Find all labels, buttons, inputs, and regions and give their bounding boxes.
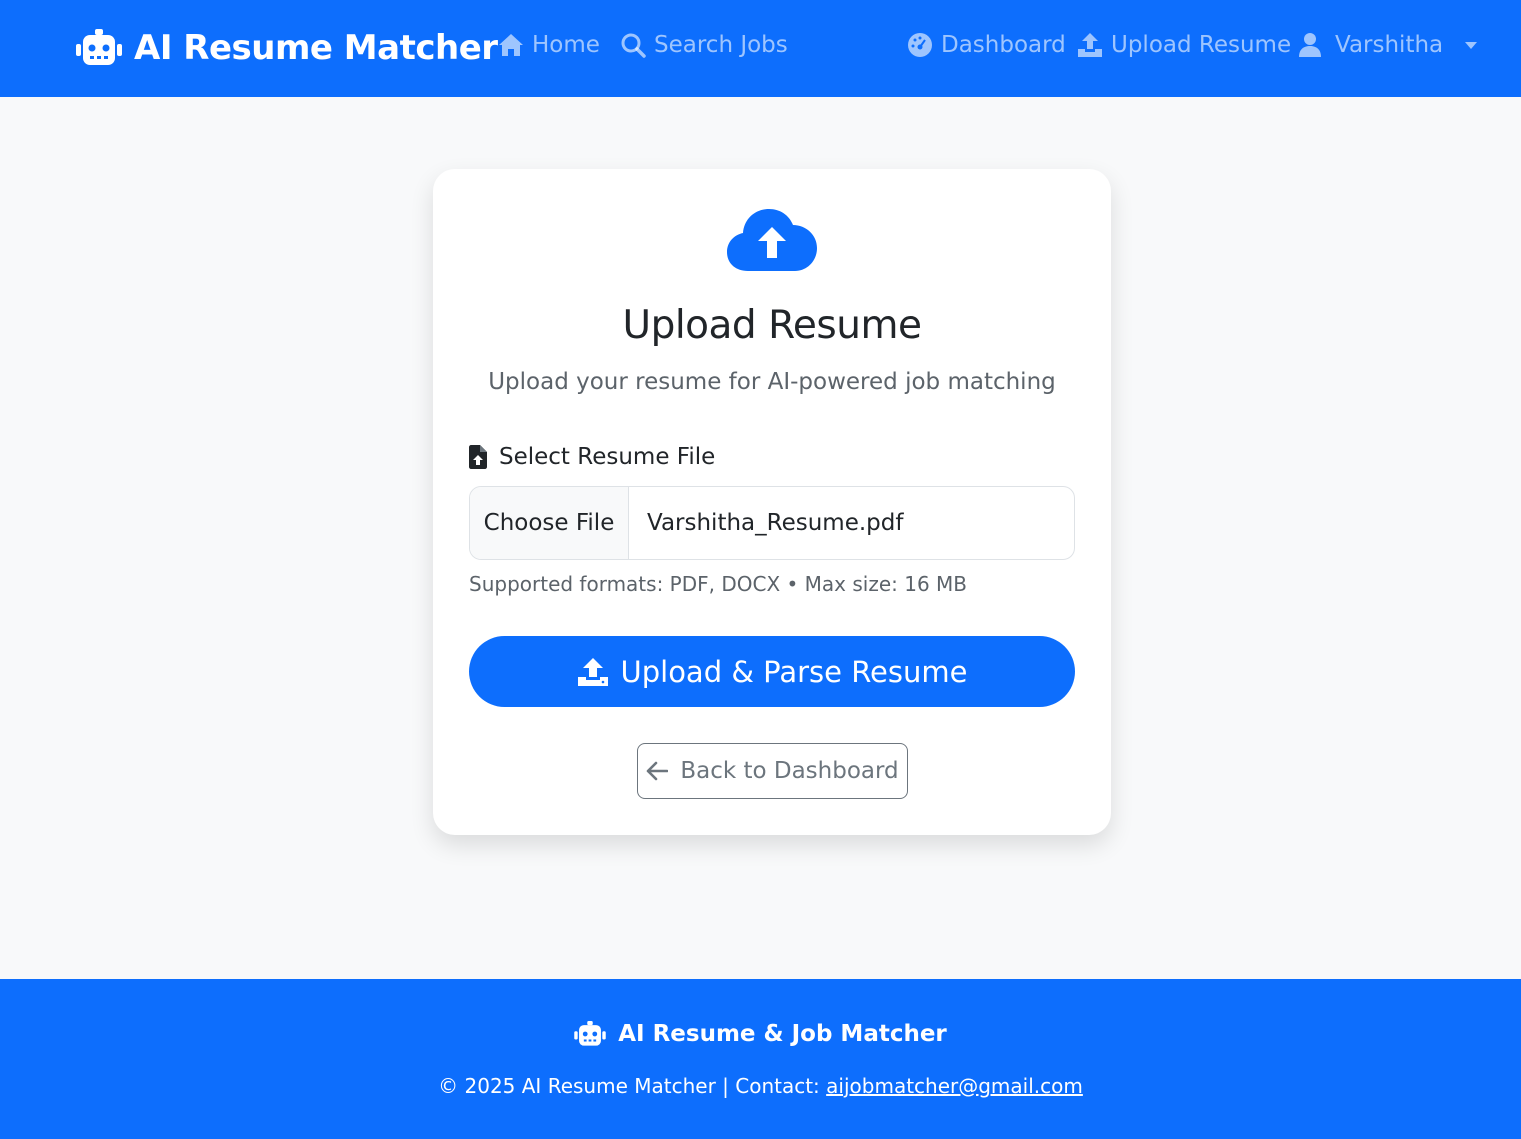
nav-dashboard[interactable]: Dashboard <box>907 32 1066 58</box>
page-title: Upload Resume <box>622 303 922 348</box>
page-footer: AI Resume & Job Matcher © 2025 AI Resume… <box>0 979 1521 1139</box>
upload-parse-button-label: Upload & Parse Resume <box>620 654 968 689</box>
choose-file-button[interactable]: Choose File <box>470 487 629 559</box>
back-to-dashboard-button[interactable]: Back to Dashboard <box>637 743 908 799</box>
brand-text: AI Resume Matcher <box>134 28 498 68</box>
file-field-label-text: Select Resume File <box>499 444 716 470</box>
upload-card: Upload Resume Upload your resume for AI-… <box>433 169 1111 835</box>
footer-brand-text: AI Resume & Job Matcher <box>618 1021 947 1047</box>
arrow-left-icon <box>647 761 669 781</box>
footer-brand: AI Resume & Job Matcher <box>0 1021 1521 1047</box>
page-subtitle: Upload your resume for AI-powered job ma… <box>488 369 1056 395</box>
brand-link[interactable]: AI Resume Matcher <box>76 28 498 68</box>
nav-dashboard-label: Dashboard <box>941 32 1066 58</box>
home-icon <box>499 34 523 56</box>
gauge-icon <box>908 33 932 57</box>
chevron-down-icon <box>1465 41 1478 49</box>
footer-copyright: © 2025 AI Resume Matcher | Contact: aijo… <box>0 1074 1521 1098</box>
upload-parse-button[interactable]: Upload & Parse Resume <box>469 636 1075 707</box>
footer-copyright-text: © 2025 AI Resume Matcher | Contact: <box>438 1074 827 1098</box>
cloud-upload-icon <box>727 209 817 271</box>
nav-search-jobs-label: Search Jobs <box>654 32 788 58</box>
file-field-label: Select Resume File <box>469 444 715 470</box>
contact-email-link[interactable]: aijobmatcher@gmail.com <box>826 1074 1083 1098</box>
nav-user-dropdown[interactable]: Varshitha <box>1297 32 1478 58</box>
back-to-dashboard-label: Back to Dashboard <box>680 758 899 784</box>
nav-user-label: Varshitha <box>1335 32 1444 58</box>
nav-search-jobs[interactable]: Search Jobs <box>620 32 788 58</box>
user-icon <box>1299 33 1321 57</box>
upload-icon <box>577 657 608 686</box>
search-icon <box>621 33 646 58</box>
file-upload-icon <box>469 445 487 469</box>
nav-upload-resume-label: Upload Resume <box>1111 32 1292 58</box>
robot-icon <box>76 29 122 65</box>
nav-upload-resume[interactable]: Upload Resume <box>1077 32 1291 58</box>
file-help-text: Supported formats: PDF, DOCX • Max size:… <box>469 572 968 596</box>
nav-home-label: Home <box>532 32 600 58</box>
nav-home[interactable]: Home <box>498 32 600 58</box>
top-navbar: AI Resume Matcher Home Search Jobs Dashb… <box>0 0 1521 97</box>
selected-file-name: Varshitha_Resume.pdf <box>647 510 904 536</box>
resume-file-input[interactable]: Choose File Varshitha_Resume.pdf <box>469 486 1075 560</box>
upload-icon <box>1078 33 1102 57</box>
robot-icon <box>574 1021 606 1046</box>
